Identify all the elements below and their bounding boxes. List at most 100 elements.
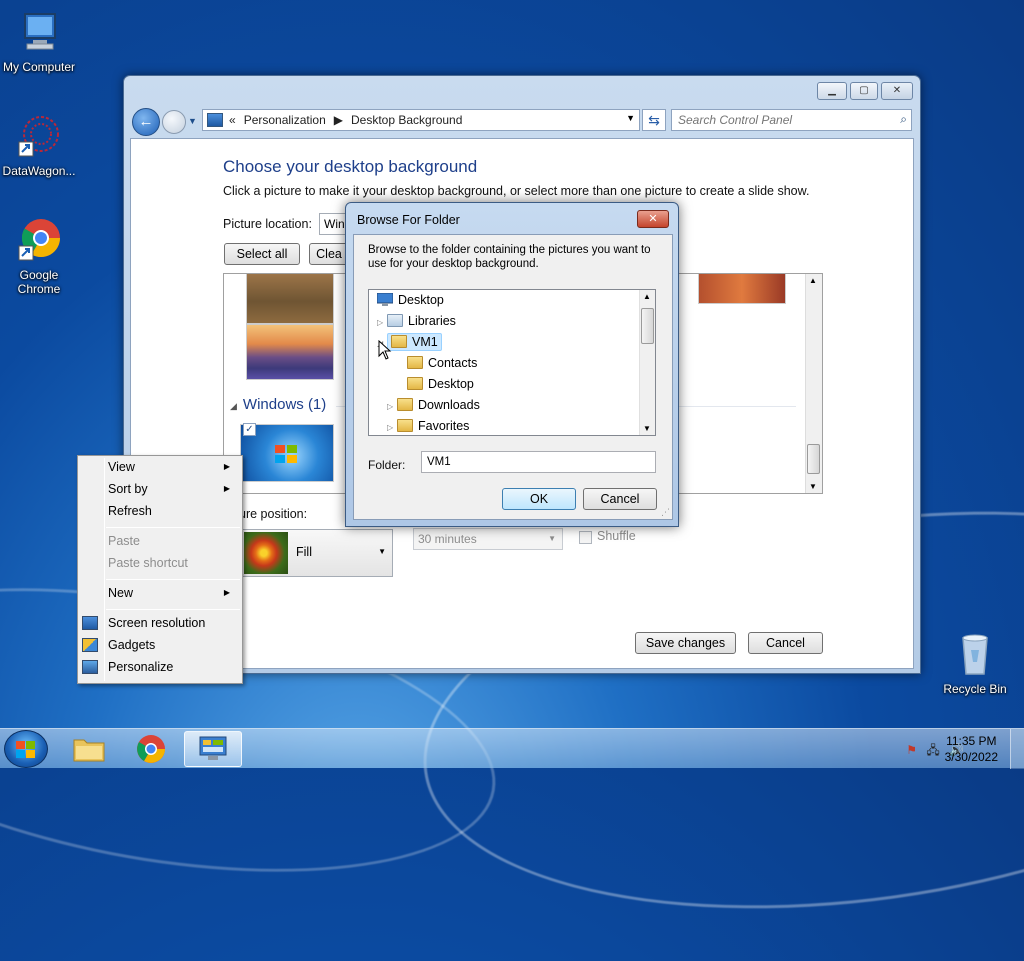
menu-item-screen-resolution[interactable]: Screen resolution: [78, 612, 242, 634]
submenu-arrow-icon: ▶: [223, 462, 230, 471]
search-icon[interactable]: ⌕: [900, 112, 907, 127]
address-bar[interactable]: « Personalization ▶ Desktop Background ▼: [202, 109, 640, 131]
browse-for-folder-dialog: Browse For Folder ✕ Browse to the folder…: [345, 202, 679, 527]
recent-pages-dropdown[interactable]: ▼: [188, 116, 198, 126]
menu-item-gadgets[interactable]: Gadgets: [78, 634, 242, 656]
windows-logo-icon: [16, 741, 35, 758]
chrome-icon: [137, 735, 165, 763]
selected-checkbox[interactable]: ✓: [243, 423, 256, 436]
clear-all-button[interactable]: Clea: [309, 243, 349, 265]
windows-group-label: ◢ Windows (1): [230, 396, 327, 413]
expand-icon[interactable]: ▷: [387, 397, 397, 417]
navigation-bar: ← ▼ « Personalization ▶ Desktop Background …: [130, 108, 914, 136]
taskbar-control-panel-button[interactable]: [184, 731, 242, 767]
tree-scrollbar[interactable]: ▲ ▼: [639, 290, 655, 435]
select-all-button[interactable]: Select all: [224, 243, 300, 265]
network-icon[interactable]: 🖧: [926, 743, 939, 757]
resize-grip-icon[interactable]: ⋰: [661, 507, 670, 518]
wallpaper-thumbnail[interactable]: [698, 274, 786, 304]
collapse-group-icon[interactable]: ◢: [230, 401, 237, 411]
tree-item-desktop[interactable]: Desktop: [376, 290, 444, 310]
desktop-folder-icon: [407, 377, 423, 390]
scroll-thumb[interactable]: [641, 308, 654, 344]
desktop-folder-icon: [376, 292, 394, 306]
tree-item-downloads[interactable]: ▷ Downloads: [387, 395, 480, 415]
maximize-button[interactable]: ▢: [850, 82, 878, 100]
search-box[interactable]: ⌕: [671, 109, 912, 131]
breadcrumb-item-desktop-background[interactable]: Desktop Background: [351, 113, 462, 127]
desktop-icon-label: My Computer: [2, 60, 76, 74]
picture-location-label: Picture location:: [223, 217, 312, 231]
desktop-icon-recycle-bin[interactable]: Recycle Bin: [936, 630, 1014, 696]
desktop-icon-my-computer[interactable]: My Computer: [0, 8, 78, 74]
gallery-scrollbar[interactable]: ▲ ▼: [805, 274, 822, 493]
tree-item-selection: VM1: [387, 333, 442, 351]
close-icon[interactable]: ✕: [637, 210, 669, 228]
back-button[interactable]: ←: [132, 108, 160, 136]
breadcrumb-overflow-icon[interactable]: «: [229, 113, 236, 127]
scroll-thumb[interactable]: [807, 444, 820, 474]
desktop-icon-label: Google Chrome: [17, 268, 61, 296]
scroll-up-icon[interactable]: ▲: [809, 276, 817, 285]
save-changes-button[interactable]: Save changes: [635, 632, 736, 654]
desktop-icon-datawagon[interactable]: DataWagon...: [0, 112, 78, 178]
ok-button[interactable]: OK: [502, 488, 576, 510]
page-description: Click a picture to make it your desktop …: [223, 184, 810, 198]
address-dropdown-icon[interactable]: ▼: [626, 113, 635, 123]
interval-select[interactable]: 30 minutes ▼: [413, 528, 563, 550]
expand-icon[interactable]: ▷: [377, 313, 387, 333]
scroll-up-icon[interactable]: ▲: [643, 292, 651, 301]
menu-item-view[interactable]: View ▶: [78, 456, 242, 478]
tree-item-desktop-folder[interactable]: Desktop: [397, 374, 474, 394]
expand-icon[interactable]: ▷: [387, 418, 397, 435]
breadcrumb-separator-icon[interactable]: ▶: [334, 113, 343, 127]
menu-item-new[interactable]: New ▶: [78, 582, 242, 604]
action-center-flag-icon[interactable]: ⚑: [906, 743, 917, 757]
scroll-down-icon[interactable]: ▼: [643, 424, 651, 433]
scroll-down-icon[interactable]: ▼: [809, 482, 817, 491]
tree-item-contacts[interactable]: Contacts: [397, 353, 477, 373]
shuffle-checkbox[interactable]: [579, 531, 592, 544]
personalize-icon: [82, 660, 98, 674]
computer-icon: [15, 8, 63, 56]
menu-item-personalize[interactable]: Personalize: [78, 656, 242, 678]
clock[interactable]: 11:35 PM 3/30/2022: [945, 733, 998, 765]
taskbar: ⚑ 🖧 🔊 11:35 PM 3/30/2022: [0, 728, 1024, 769]
desktop-context-menu: View ▶ Sort by ▶ Refresh Paste Paste short…: [77, 455, 243, 684]
taskbar-chrome-button[interactable]: [122, 731, 180, 767]
position-dropdown[interactable]: Fill ▼: [241, 529, 393, 577]
menu-item-sort-by[interactable]: Sort by ▶: [78, 478, 242, 500]
folder-icon: [73, 739, 105, 762]
dialog-body: Browse to the folder containing the pict…: [353, 234, 673, 520]
folder-tree[interactable]: Desktop ▷Libraries ◢VM1 Contacts Desktop…: [368, 289, 656, 436]
submenu-arrow-icon: ▶: [223, 588, 230, 597]
recycle-bin-icon: [951, 630, 999, 678]
breadcrumb-item-personalization[interactable]: Personalization: [244, 113, 326, 127]
folder-input[interactable]: VM1: [421, 451, 656, 473]
wallpaper-thumbnail-windows[interactable]: ✓: [240, 423, 334, 482]
cancel-button[interactable]: Cancel: [748, 632, 823, 654]
menu-item-paste-shortcut: Paste shortcut: [108, 556, 188, 570]
downloads-folder-icon: [397, 398, 413, 411]
wallpaper-thumbnail[interactable]: [246, 274, 334, 324]
forward-button[interactable]: [162, 110, 186, 134]
start-button[interactable]: [4, 730, 48, 768]
mouse-cursor-icon: [378, 339, 392, 363]
dialog-cancel-button[interactable]: Cancel: [583, 488, 657, 510]
control-panel-icon: [207, 113, 223, 127]
show-desktop-button[interactable]: [1010, 729, 1024, 769]
contacts-folder-icon: [407, 356, 423, 369]
minimize-button[interactable]: ▁: [817, 82, 847, 100]
search-input[interactable]: [672, 110, 882, 130]
wallpaper-thumbnail[interactable]: [246, 324, 334, 380]
chrome-icon: [15, 216, 63, 264]
menu-separator: [106, 579, 240, 580]
clock-time: 11:35 PM: [946, 734, 997, 748]
tree-item-favorites[interactable]: ▷ Favorites: [387, 416, 469, 435]
tree-item-libraries[interactable]: ▷ Libraries: [377, 311, 456, 331]
desktop-icon-google-chrome[interactable]: Google Chrome: [0, 216, 78, 296]
menu-item-refresh[interactable]: Refresh: [78, 500, 242, 522]
refresh-button[interactable]: ⇆: [642, 109, 666, 131]
close-window-button[interactable]: ✕: [881, 82, 913, 100]
taskbar-explorer-button[interactable]: [60, 731, 118, 767]
